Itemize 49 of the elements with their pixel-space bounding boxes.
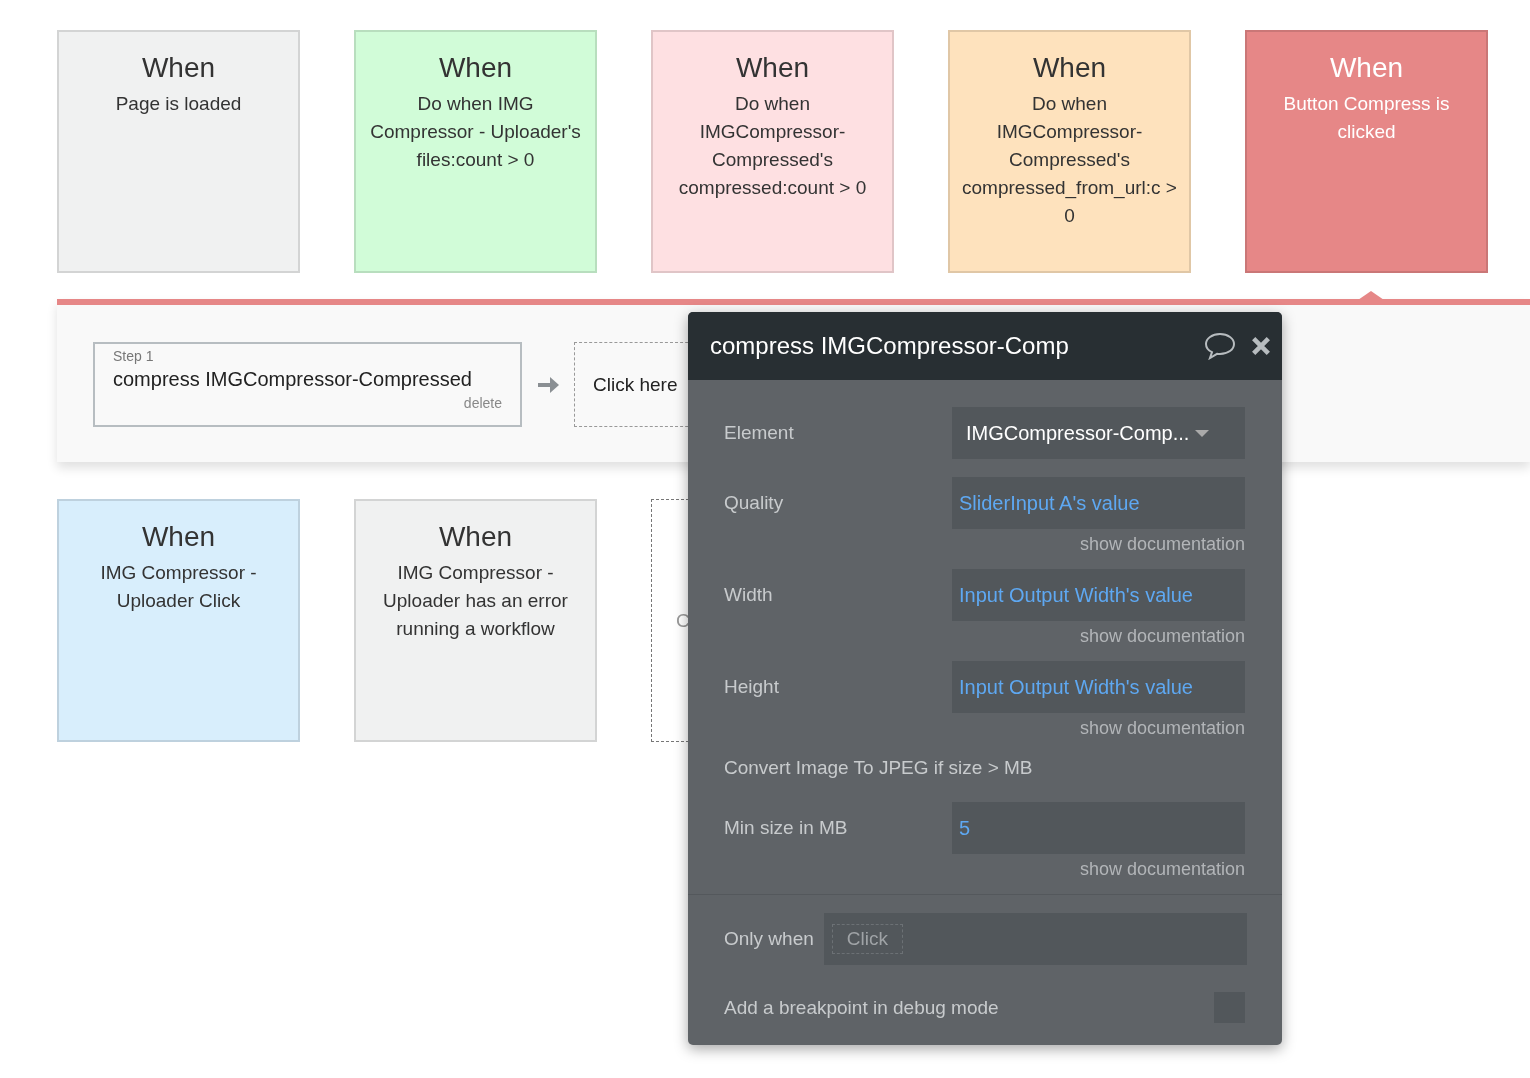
documentation-link[interactable]: show documentation — [1079, 854, 1245, 884]
add-step-text: Click here — [593, 373, 678, 396]
card-description: Page is loaded — [115, 92, 242, 116]
card-title: When — [438, 51, 513, 85]
field-label: Quality — [724, 492, 784, 514]
step-label: Step 1 — [113, 348, 155, 364]
documentation-link[interactable]: show documentation — [1079, 621, 1245, 651]
dropdown-value: IMGCompressor-Comp... — [966, 421, 1190, 445]
card-description: Do when IMG Compressor - Uploader's files:count > 0 — [369, 92, 582, 172]
card-title: When — [141, 520, 216, 554]
expression-field[interactable]: Input Output Width's value — [952, 569, 1245, 621]
card-description: IMG Compressor - Uploader has an error running a workflow — [382, 561, 569, 641]
documentation-link[interactable]: show documentation — [1079, 529, 1245, 559]
expression-field[interactable]: Input Output Width's value — [952, 661, 1245, 713]
card-description: Button Compress is clicked — [1282, 92, 1451, 144]
card-title: When — [141, 51, 216, 85]
placeholder-text: C — [676, 609, 690, 632]
close-icon[interactable] — [1250, 335, 1272, 357]
condition-field[interactable]: Click — [823, 913, 1247, 965]
event-card[interactable]: When IMG Compressor - Uploader has an error running a workflow — [354, 499, 597, 742]
delete-link[interactable]: delete — [463, 395, 502, 411]
documentation-link[interactable]: show documentation — [1079, 713, 1245, 743]
card-title: When — [438, 520, 513, 554]
event-card[interactable]: When IMG Compressor - Uploader Click — [57, 499, 300, 742]
event-card[interactable]: When Page is loaded — [57, 30, 300, 273]
event-card[interactable]: When Do when IMGCompressor-Compressed's compressed_from_url:c > 0 — [948, 30, 1191, 273]
card-description: Do when IMGCompressor-Compressed's compressed_from_url:c > 0 — [961, 92, 1178, 228]
field-label: Only when — [724, 928, 814, 950]
card-description: IMG Compressor - Uploader Click — [99, 561, 258, 613]
event-card[interactable]: When Do when IMGCompressor-Compressed's compressed:count > 0 — [651, 30, 894, 273]
step-card[interactable]: Step 1 compress IMGCompressor-Compressed delete — [93, 342, 522, 427]
section-label: Convert Image To JPEG if size > MB — [724, 756, 1034, 780]
card-title: When — [1329, 51, 1404, 85]
card-title: When — [735, 51, 810, 85]
field-label: Height — [724, 676, 779, 698]
expression-field[interactable]: SliderInput A's value — [952, 477, 1245, 529]
field-label: Min size in MB — [724, 817, 848, 839]
event-card[interactable]: When Do when IMG Compressor - Uploader's files:count > 0 — [354, 30, 597, 273]
event-card[interactable]: When Button Compress is clicked — [1245, 30, 1488, 273]
caret-icon — [1195, 429, 1210, 437]
element-dropdown[interactable]: IMGCompressor-Comp... — [952, 407, 1245, 459]
card-description: Do when IMGCompressor-Compressed's compressed:count > 0 — [677, 92, 868, 200]
card-title: When — [1032, 51, 1107, 85]
checkbox-label: Add a breakpoint in debug mode — [724, 996, 999, 1019]
condition-placeholder: Click — [831, 924, 903, 954]
comment-icon[interactable] — [1204, 332, 1236, 360]
expression-field[interactable]: 5 — [952, 802, 1245, 854]
field-label: Width — [724, 584, 773, 606]
step-action: compress IMGCompressor-Compressed — [113, 368, 473, 391]
